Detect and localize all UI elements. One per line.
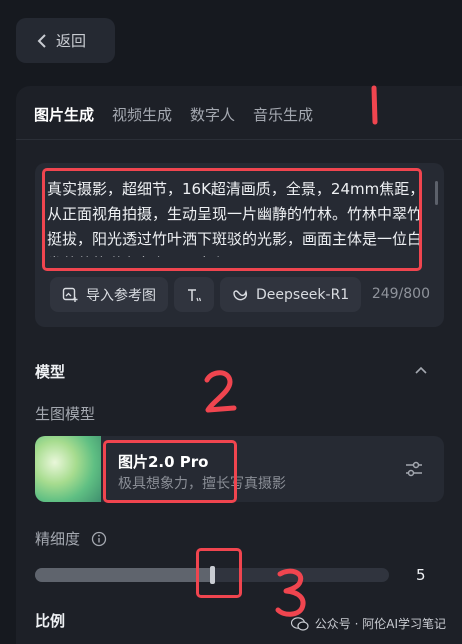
deepseek-label: Deepseek-R1 — [256, 286, 350, 303]
detail-value: 5 — [416, 566, 426, 584]
deepseek-icon — [233, 289, 248, 300]
image-model-label: 生图模型 — [35, 405, 96, 423]
watermark-text: 公众号 · 阿伦AI学习笔记 — [314, 617, 446, 631]
tab-video[interactable]: 视频生成 — [112, 104, 172, 139]
tab-bar: 图片生成 视频生成 数字人 音乐生成 — [34, 104, 313, 139]
info-icon[interactable] — [91, 531, 107, 547]
handwritten-number-3 — [275, 568, 306, 617]
wechat-icon — [290, 616, 309, 631]
prompt-tools: 导入参考图 Deepseek-R1 — [50, 277, 362, 312]
handwritten-number-2 — [204, 370, 237, 413]
tab-image[interactable]: 图片生成 — [34, 104, 94, 139]
prompt-scrollbar[interactable] — [435, 181, 438, 205]
text-format-icon — [188, 288, 202, 301]
back-button[interactable]: 返回 — [16, 18, 115, 63]
import-reference-label: 导入参考图 — [86, 287, 156, 304]
chevron-up-icon[interactable] — [414, 365, 428, 375]
handwritten-number-1 — [371, 85, 378, 125]
ratio-section-title: 比例 — [35, 612, 66, 630]
detail-slider-fill — [35, 568, 212, 582]
back-label: 返回 — [56, 32, 87, 50]
tab-divider — [16, 139, 462, 140]
slider-annotation-box — [196, 548, 242, 598]
import-reference-button[interactable]: 导入参考图 — [50, 277, 168, 312]
char-counter: 249/800 — [371, 286, 430, 302]
watermark: 公众号 · 阿伦AI学习笔记 — [290, 615, 446, 632]
chevron-left-icon — [37, 33, 46, 48]
model-annotation-box — [103, 440, 237, 503]
text-format-button[interactable] — [174, 277, 214, 312]
model-thumbnail — [35, 436, 101, 502]
sliders-settings-icon[interactable] — [404, 459, 424, 479]
image-add-icon — [62, 287, 78, 302]
tab-digital-human[interactable]: 数字人 — [190, 104, 235, 139]
tab-music[interactable]: 音乐生成 — [253, 104, 313, 139]
model-section-title: 模型 — [35, 363, 66, 381]
detail-label: 精细度 — [35, 530, 81, 548]
prompt-annotation-box — [42, 168, 422, 271]
model-card[interactable]: 图片2.0 Pro 极具想象力，擅长写真摄影 — [35, 436, 444, 502]
deepseek-button[interactable]: Deepseek-R1 — [220, 277, 362, 312]
